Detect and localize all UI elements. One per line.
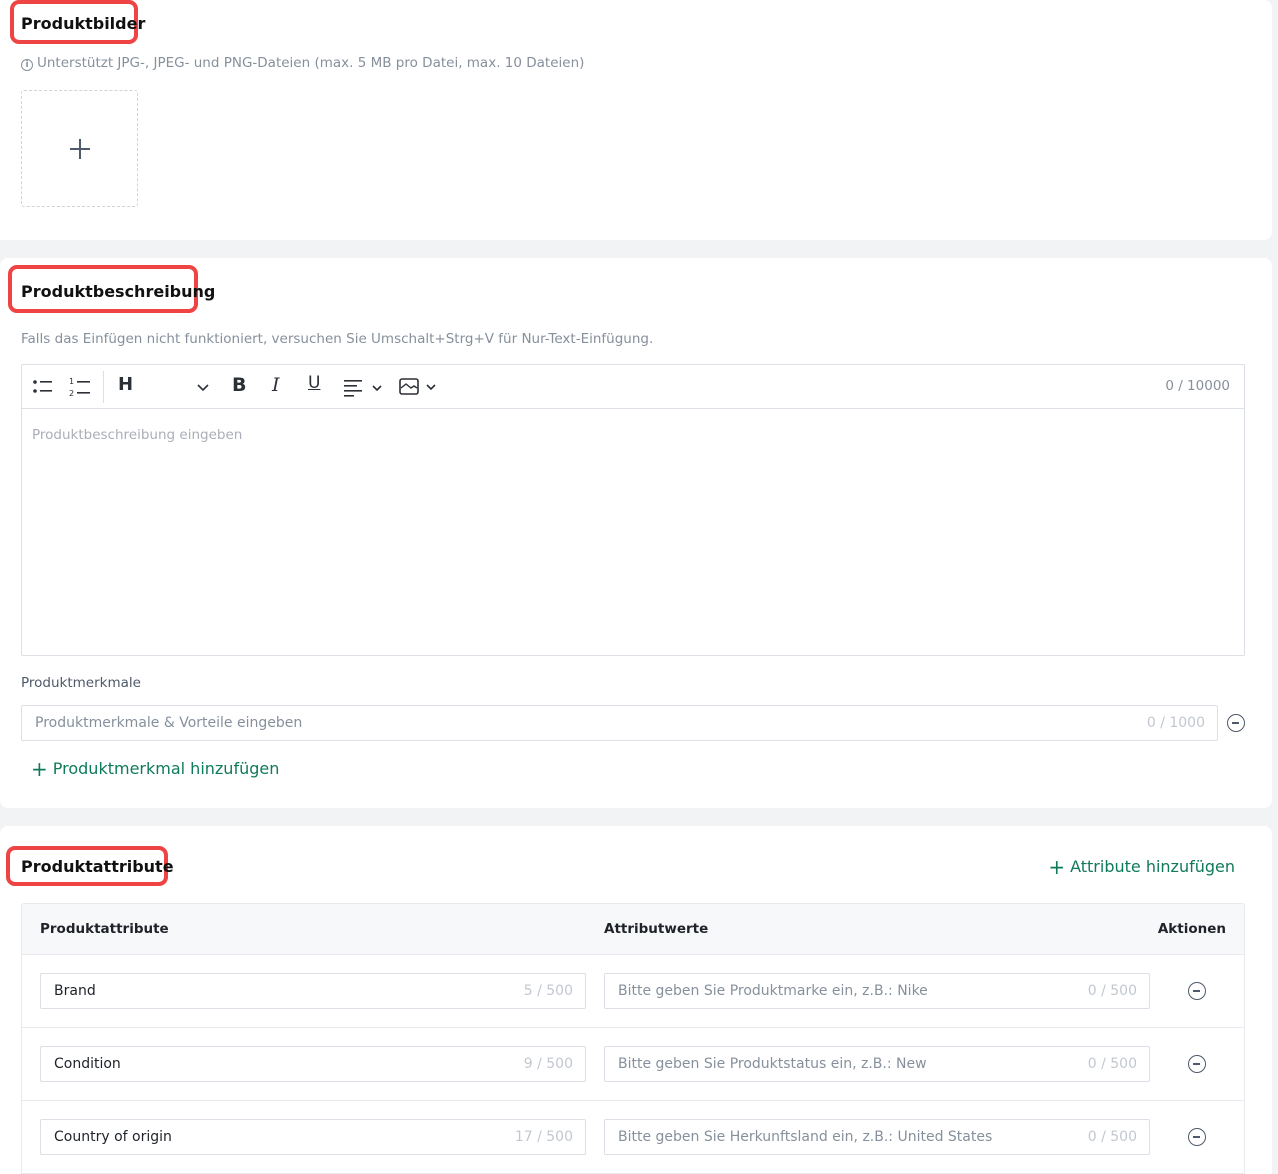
align-icon[interactable]: [344, 375, 384, 399]
attribute-value-input[interactable]: Bitte geben Sie Produktstatus ein, z.B.:…: [604, 1046, 1150, 1082]
attribute-name-input[interactable]: Country of origin 17 / 500: [40, 1119, 586, 1155]
table-header: Produktattribute Attributwerte Aktionen: [22, 904, 1244, 955]
svg-text:1: 1: [69, 377, 74, 386]
attribute-name-input[interactable]: Condition 9 / 500: [40, 1046, 586, 1082]
add-feature-button[interactable]: + Produktmerkmal hinzufügen: [31, 757, 279, 781]
features-input[interactable]: Produktmerkmale & Vorteile eingeben 0 / …: [21, 705, 1218, 741]
column-header-value: Attributwerte: [604, 921, 709, 937]
table-row: Condition 9 / 500 Bitte geben Sie Produk…: [22, 1028, 1244, 1101]
upload-hint: i Unterstützt JPG-, JPEG- und PNG-Dateien…: [21, 55, 584, 71]
toolbar-divider: [103, 371, 104, 403]
attributes-table: Produktattribute Attributwerte Aktionen …: [21, 903, 1245, 1174]
italic-button[interactable]: I: [272, 374, 280, 398]
numbered-list-icon[interactable]: 12: [69, 375, 93, 399]
remove-attribute-icon[interactable]: [1188, 1055, 1206, 1073]
product-description-card: Produktbeschreibung Falls das Einfügen n…: [0, 258, 1272, 808]
plus-icon: [70, 139, 90, 159]
attribute-name-input[interactable]: Brand 5 / 500: [40, 973, 586, 1009]
attribute-value-counter: 0 / 500: [1087, 1056, 1137, 1072]
editor-toolbar: 12 H B I U 0 / 10000: [22, 365, 1244, 409]
bullet-list-icon[interactable]: [32, 375, 54, 399]
attribute-name-counter: 9 / 500: [523, 1056, 573, 1072]
attribute-name-value: Brand: [54, 983, 96, 999]
image-insert-icon[interactable]: [399, 375, 439, 399]
add-attribute-label: Attribute hinzufügen: [1070, 857, 1235, 876]
features-placeholder: Produktmerkmale & Vorteile eingeben: [35, 715, 303, 731]
attribute-value-input[interactable]: Bitte geben Sie Herkunftsland ein, z.B.:…: [604, 1119, 1150, 1155]
attribute-name-value: Condition: [54, 1056, 121, 1072]
attribute-name-value: Country of origin: [54, 1129, 172, 1145]
plus-icon: +: [1048, 855, 1066, 879]
description-editor-area[interactable]: Produktbeschreibung eingeben: [32, 427, 242, 443]
table-row: Brand 5 / 500 Bitte geben Sie Produktmar…: [22, 955, 1244, 1028]
chevron-down-icon[interactable]: [196, 375, 210, 399]
add-feature-label: Produktmerkmal hinzufügen: [52, 759, 280, 778]
bold-button[interactable]: B: [232, 374, 246, 398]
attribute-value-placeholder: Bitte geben Sie Produktmarke ein, z.B.: …: [618, 983, 928, 999]
product-description-title: Produktbeschreibung: [21, 282, 216, 301]
product-images-title: Produktbilder: [21, 14, 146, 33]
features-char-counter: 0 / 1000: [1146, 715, 1205, 731]
attribute-value-input[interactable]: Bitte geben Sie Produktmarke ein, z.B.: …: [604, 973, 1150, 1009]
info-icon: i: [21, 59, 33, 71]
product-attributes-title: Produktattribute: [21, 857, 174, 876]
column-header-attribute: Produktattribute: [40, 921, 169, 937]
underline-button[interactable]: U: [308, 373, 320, 397]
add-attribute-button[interactable]: + Attribute hinzufügen: [1048, 855, 1235, 879]
table-row: Country of origin 17 / 500 Bitte geben S…: [22, 1101, 1244, 1174]
remove-attribute-icon[interactable]: [1188, 1128, 1206, 1146]
upload-hint-text: Unterstützt JPG-, JPEG- und PNG-Dateien …: [37, 55, 585, 71]
attribute-name-counter: 17 / 500: [514, 1129, 573, 1145]
plus-icon: +: [31, 757, 48, 781]
attribute-value-counter: 0 / 500: [1087, 983, 1137, 999]
heading-button[interactable]: H: [118, 374, 133, 398]
remove-attribute-icon[interactable]: [1188, 982, 1206, 1000]
features-label: Produktmerkmale: [21, 675, 141, 691]
attribute-value-placeholder: Bitte geben Sie Produktstatus ein, z.B.:…: [618, 1056, 927, 1072]
product-attributes-card: Produktattribute + Attribute hinzufügen P…: [0, 826, 1272, 1174]
attribute-name-counter: 5 / 500: [523, 983, 573, 999]
image-upload-button[interactable]: [21, 90, 138, 207]
svg-text:2: 2: [69, 389, 74, 398]
column-header-actions: Aktionen: [1157, 921, 1226, 937]
product-images-card: Produktbilder i Unterstützt JPG-, JPEG- u…: [0, 0, 1272, 240]
remove-feature-icon[interactable]: [1227, 714, 1245, 732]
attribute-value-counter: 0 / 500: [1087, 1129, 1137, 1145]
paste-hint: Falls das Einfügen nicht funktioniert, v…: [21, 331, 654, 347]
rich-text-editor: 12 H B I U 0 / 10000 Produktbeschreibung…: [21, 364, 1245, 656]
attribute-value-placeholder: Bitte geben Sie Herkunftsland ein, z.B.:…: [618, 1129, 993, 1145]
description-char-counter: 0 / 10000: [1165, 378, 1230, 394]
